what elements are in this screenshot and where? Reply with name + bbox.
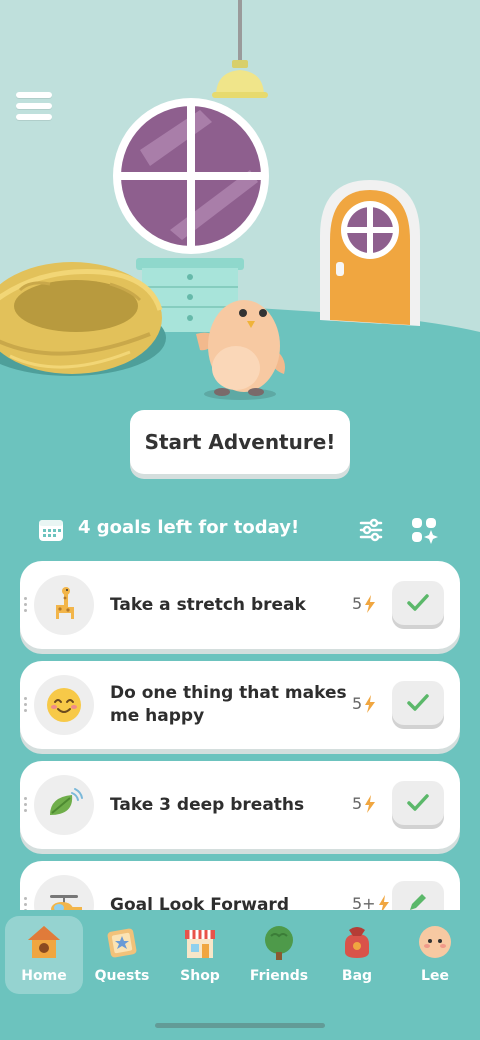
leaf-wind-icon (34, 775, 94, 835)
energy-value: 5 (352, 594, 363, 613)
goals-left-text: 4 goals left for today! (78, 517, 300, 538)
goal-card[interactable]: Take a stretch break 5 (20, 561, 460, 649)
home-indicator (155, 1023, 325, 1028)
bottom-nav: Home Quests Shop Friends Bag Lee (0, 910, 480, 1040)
lightning-icon (365, 694, 376, 713)
filter-sliders-icon[interactable] (358, 518, 384, 542)
goal-energy: 5 (352, 594, 376, 613)
smiley-face-icon (34, 675, 94, 735)
nav-friends[interactable]: Friends (240, 916, 318, 994)
bag-icon (345, 927, 369, 958)
room-illustration (0, 0, 480, 400)
drag-handle-icon[interactable] (24, 697, 28, 713)
check-icon (407, 594, 429, 611)
quest-map-icon (107, 928, 137, 958)
birdhouse-icon (28, 926, 60, 958)
goal-card[interactable]: Do one thing that makes me happy 5 (20, 661, 460, 749)
drag-handle-icon[interactable] (24, 797, 28, 813)
round-window (113, 98, 269, 254)
check-icon (407, 694, 429, 711)
nav-home[interactable]: Home (5, 916, 83, 994)
tree-icon (265, 926, 293, 960)
goal-title: Do one thing that makes me happy (110, 683, 347, 726)
add-goal-grid-icon[interactable] (410, 516, 438, 544)
nav-bag[interactable]: Bag (318, 916, 396, 994)
complete-goal-button[interactable] (392, 581, 444, 625)
lightning-icon (365, 794, 376, 813)
nav-shop[interactable]: Shop (161, 916, 239, 994)
goal-energy: 5 (352, 794, 376, 813)
goal-title: Take a stretch break (110, 594, 306, 615)
goals-header: 4 goals left for today! (20, 508, 460, 552)
start-adventure-button[interactable]: Start Adventure! (130, 410, 350, 474)
complete-goal-button[interactable] (392, 681, 444, 725)
room-scene (0, 0, 480, 400)
nav-label: Friends (249, 968, 309, 984)
check-icon (407, 794, 429, 811)
hamburger-menu-icon[interactable] (16, 92, 52, 120)
nav-label: Lee (421, 968, 449, 984)
orange-door (320, 180, 420, 326)
goal-energy: 5 (352, 694, 376, 713)
profile-avatar-icon (419, 926, 451, 958)
lightning-icon (365, 594, 376, 613)
energy-value: 5 (352, 794, 363, 813)
shop-icon (185, 930, 215, 958)
drag-handle-icon[interactable] (24, 597, 28, 613)
goal-title: Take 3 deep breaths (110, 794, 305, 815)
nav-label: Shop (180, 968, 220, 984)
nav-label: Home (21, 968, 67, 984)
complete-goal-button[interactable] (392, 781, 444, 825)
energy-value: 5 (352, 694, 363, 713)
nav-quests[interactable]: Quests (83, 916, 161, 994)
goal-card[interactable]: Take 3 deep breaths 5 (20, 761, 460, 849)
calendar-icon (39, 520, 63, 541)
nav-label: Quests (94, 968, 150, 984)
giraffe-icon (34, 575, 94, 635)
nav-profile[interactable]: Lee (396, 916, 474, 994)
nav-label: Bag (341, 968, 373, 984)
